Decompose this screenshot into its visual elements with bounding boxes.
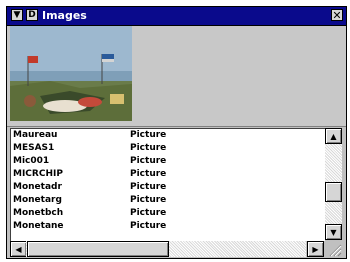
item-name: MICRCHIP — [13, 169, 63, 179]
scroll-right-button[interactable]: ▶ — [307, 241, 324, 257]
item-name: MESAS1 — [13, 143, 55, 153]
item-type: Picture — [130, 195, 167, 205]
d-icon: D — [28, 9, 36, 20]
arrow-right-icon: ▶ — [312, 244, 319, 254]
scroll-down-button[interactable]: ▼ — [325, 224, 342, 240]
item-type: Picture — [130, 156, 167, 166]
item-type: Picture — [130, 143, 167, 153]
images-window: ▼ D Images ✕ Maureau Picture MESAS1 Pict… — [6, 6, 347, 259]
image-list[interactable]: Maureau Picture MESAS1 Picture Mic001 Pi… — [10, 128, 325, 241]
list-item[interactable]: Monetbch Picture — [11, 207, 325, 220]
item-type: Picture — [130, 221, 167, 231]
item-name: Maureau — [13, 130, 58, 140]
item-name: Monetadr — [13, 182, 62, 192]
resize-grip[interactable] — [325, 241, 342, 257]
image-preview[interactable] — [10, 26, 132, 121]
arrow-down-icon: ▼ — [330, 227, 337, 237]
list-item[interactable]: MESAS1 Picture — [11, 142, 325, 155]
d-button[interactable]: D — [26, 9, 38, 21]
item-name: Monetane — [13, 221, 64, 231]
horizontal-scrollbar[interactable]: ◀ ▶ — [10, 241, 324, 257]
arrow-left-icon: ◀ — [15, 244, 22, 254]
item-type: Picture — [130, 208, 167, 218]
list-item[interactable]: Mic001 Picture — [11, 155, 325, 168]
item-name: Monetarg — [13, 195, 62, 205]
item-type: Picture — [130, 130, 167, 140]
list-item[interactable]: MICRCHIP Picture — [11, 168, 325, 181]
painting-thumbnail — [10, 26, 132, 121]
list-item[interactable]: Monetarg Picture — [11, 194, 325, 207]
item-type: Picture — [130, 169, 167, 179]
list-item[interactable]: Monetadr Picture — [11, 181, 325, 194]
scroll-up-button[interactable]: ▲ — [325, 128, 342, 144]
item-type: Picture — [130, 182, 167, 192]
close-icon: ✕ — [332, 8, 342, 22]
scroll-left-button[interactable]: ◀ — [10, 241, 27, 257]
horizontal-scroll-thumb[interactable] — [27, 241, 169, 257]
window-title: Images — [42, 9, 87, 22]
arrow-up-icon: ▲ — [330, 131, 337, 141]
preview-pane — [7, 26, 346, 127]
resize-grip-icon — [329, 244, 342, 257]
close-button[interactable]: ✕ — [331, 9, 343, 21]
triangle-down-icon: ▼ — [13, 9, 21, 20]
window-menu-button[interactable]: ▼ — [11, 9, 23, 21]
vertical-scrollbar[interactable]: ▲ ▼ — [325, 128, 342, 240]
list-item[interactable]: Maureau Picture — [11, 129, 325, 142]
item-name: Monetbch — [13, 208, 64, 218]
title-bar[interactable]: ▼ D Images ✕ — [7, 7, 346, 26]
item-name: Mic001 — [13, 156, 50, 166]
vertical-scroll-thumb[interactable] — [325, 182, 342, 202]
list-item[interactable]: Monetane Picture — [11, 220, 325, 233]
